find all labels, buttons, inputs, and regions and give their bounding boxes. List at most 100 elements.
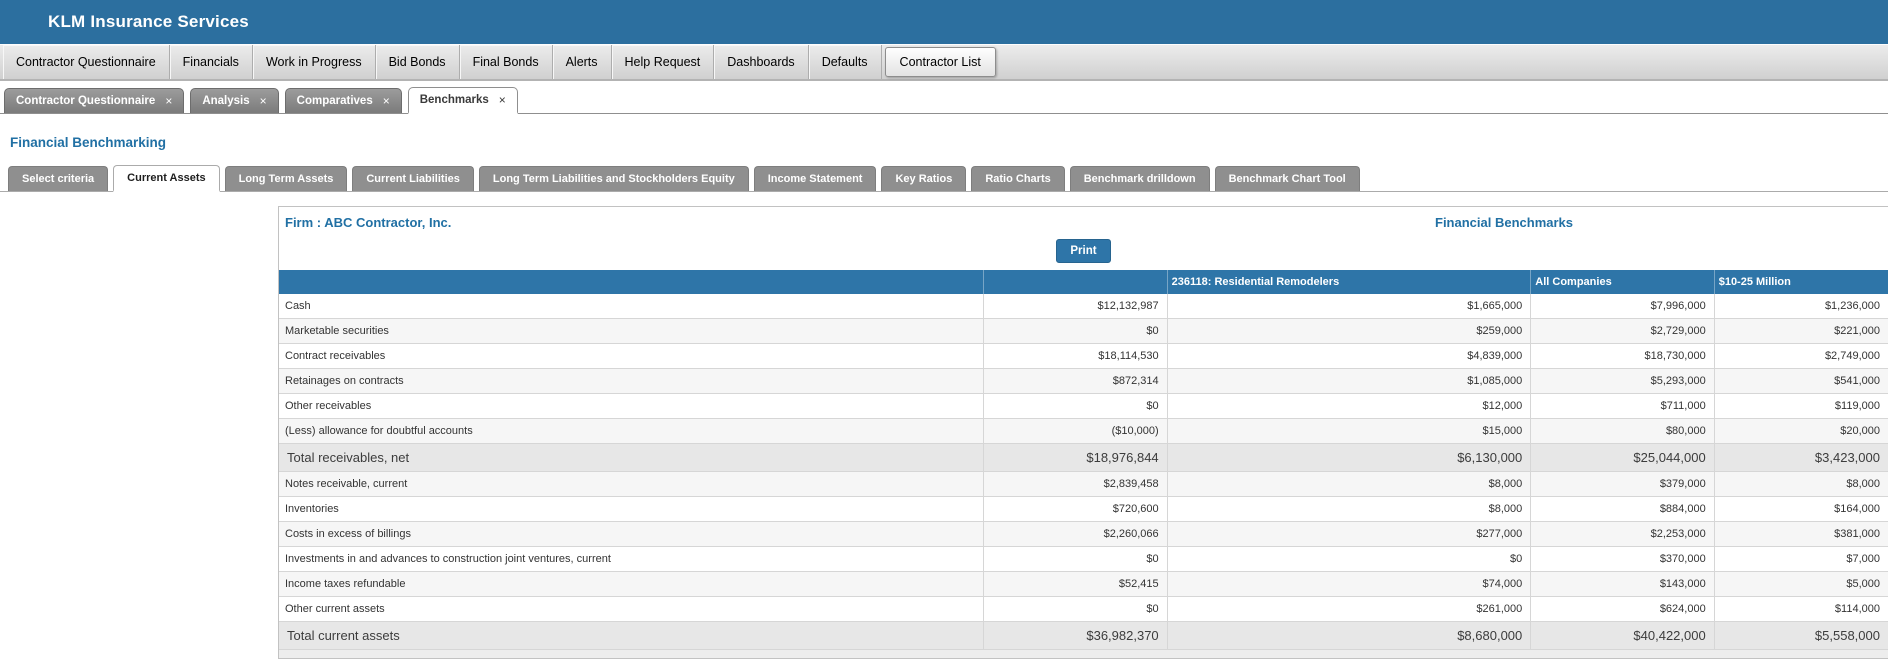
table-row: Retainages on contracts$872,314$1,085,00… xyxy=(279,369,1888,394)
close-icon[interactable]: × xyxy=(165,95,172,107)
workspace-tab-label: Contractor Questionnaire xyxy=(16,95,155,107)
section-tab-current-assets[interactable]: Current Assets xyxy=(113,165,219,192)
cell-value: $0 xyxy=(984,319,1167,344)
table-row: Other current assets$0$261,000$624,000$1… xyxy=(279,597,1888,622)
app-title: KLM Insurance Services xyxy=(48,12,249,32)
row-label: Retainages on contracts xyxy=(279,369,984,394)
section-tab-long-term-liabilities-and-stockholders-equity[interactable]: Long Term Liabilities and Stockholders E… xyxy=(479,166,749,191)
cell-value: $261,000 xyxy=(1167,597,1531,622)
row-label: Investments in and advances to construct… xyxy=(279,547,984,572)
close-icon[interactable]: × xyxy=(383,95,390,107)
row-label: Marketable securities xyxy=(279,319,984,344)
panel-title: Financial Benchmarks xyxy=(1435,215,1573,230)
section-tab-bar: Select criteriaCurrent AssetsLong Term A… xyxy=(0,165,1888,192)
cell-value: $8,000 xyxy=(1714,472,1888,497)
cell-value: $370,000 xyxy=(1531,547,1714,572)
cell-value: $40,422,000 xyxy=(1531,622,1714,650)
section-tab-benchmark-chart-tool[interactable]: Benchmark Chart Tool xyxy=(1215,166,1360,191)
cell-value: $1,665,000 xyxy=(1167,294,1531,319)
page-title: Financial Benchmarking xyxy=(10,135,1888,150)
menu-tab-contractor-questionnaire[interactable]: Contractor Questionnaire xyxy=(3,45,170,79)
cell-value: $3,423,000 xyxy=(1714,444,1888,472)
table-row: Notes receivable, current$2,839,458$8,00… xyxy=(279,472,1888,497)
table-row: Contract receivables$18,114,530$4,839,00… xyxy=(279,344,1888,369)
workspace-tab-analysis[interactable]: Analysis × xyxy=(190,88,278,113)
table-row: Marketable securities$0$259,000$2,729,00… xyxy=(279,319,1888,344)
close-icon[interactable]: × xyxy=(499,94,506,106)
cell-value: $15,000 xyxy=(1167,419,1531,444)
row-label: Contract receivables xyxy=(279,344,984,369)
workspace-tab-benchmarks[interactable]: Benchmarks × xyxy=(408,87,518,114)
row-label: Costs in excess of billings xyxy=(279,522,984,547)
table-row: Income taxes refundable$52,415$74,000$14… xyxy=(279,572,1888,597)
menu-tab-contractor-list[interactable]: Contractor List xyxy=(885,47,996,77)
column-header-10-25-million: $10-25 Million xyxy=(1714,270,1888,294)
menu-tab-bid-bonds[interactable]: Bid Bonds xyxy=(376,45,460,79)
close-icon[interactable]: × xyxy=(260,95,267,107)
cell-value: $8,680,000 xyxy=(1167,622,1531,650)
menu-tab-help-request[interactable]: Help Request xyxy=(612,45,715,79)
cell-value: $12,000 xyxy=(1167,394,1531,419)
workspace-tab-label: Benchmarks xyxy=(420,94,489,106)
section-tab-income-statement[interactable]: Income Statement xyxy=(754,166,877,191)
section-tab-select-criteria[interactable]: Select criteria xyxy=(8,166,108,191)
cell-value: $2,260,066 xyxy=(984,522,1167,547)
workspace-tab-contractor-questionnaire[interactable]: Contractor Questionnaire × xyxy=(4,88,184,113)
cell-value: $4,839,000 xyxy=(1167,344,1531,369)
cell-value: $872,314 xyxy=(984,369,1167,394)
menu-tab-defaults[interactable]: Defaults xyxy=(809,45,882,79)
section-tab-current-liabilities[interactable]: Current Liabilities xyxy=(352,166,474,191)
row-label: Notes receivable, current xyxy=(279,472,984,497)
cell-value: $2,729,000 xyxy=(1531,319,1714,344)
menu-tab-alerts[interactable]: Alerts xyxy=(553,45,612,79)
cell-value: $25,044,000 xyxy=(1531,444,1714,472)
workspace-tab-label: Analysis xyxy=(202,95,249,107)
menu-tab-final-bonds[interactable]: Final Bonds xyxy=(460,45,553,79)
row-label: Total current assets xyxy=(279,622,984,650)
workspace-tab-comparatives[interactable]: Comparatives× xyxy=(285,88,402,113)
section-tab-key-ratios[interactable]: Key Ratios xyxy=(881,166,966,191)
cell-value: $259,000 xyxy=(1167,319,1531,344)
menu-tab-dashboards[interactable]: Dashboards xyxy=(714,45,808,79)
workspace-tab-bar: Contractor Questionnaire×Analysis×Compar… xyxy=(0,83,1888,114)
app-header: KLM Insurance Services xyxy=(0,0,1888,44)
cell-value: $277,000 xyxy=(1167,522,1531,547)
row-label: Total receivables, net xyxy=(279,444,984,472)
cell-value: $18,114,530 xyxy=(984,344,1167,369)
print-row: Print xyxy=(279,237,1888,270)
cell-value: ($10,000) xyxy=(984,419,1167,444)
cell-value: $143,000 xyxy=(1531,572,1714,597)
cell-value: $18,976,844 xyxy=(984,444,1167,472)
cell-value: $20,000 xyxy=(1714,419,1888,444)
cell-value: $1,085,000 xyxy=(1167,369,1531,394)
cell-value: $5,293,000 xyxy=(1531,369,1714,394)
section-tab-benchmark-drilldown[interactable]: Benchmark drilldown xyxy=(1070,166,1210,191)
cell-value: $6,130,000 xyxy=(1167,444,1531,472)
menu-tab-financials[interactable]: Financials xyxy=(170,45,253,79)
cell-value: $0 xyxy=(984,547,1167,572)
cell-value: $0 xyxy=(984,597,1167,622)
cell-value: $36,982,370 xyxy=(984,622,1167,650)
cell-value: $711,000 xyxy=(1531,394,1714,419)
table-body: Cash$12,132,987$1,665,000$7,996,000$1,23… xyxy=(279,294,1888,650)
table-header-row: 236118: Residential Remodelers All Compa… xyxy=(279,270,1888,294)
table-row: Total receivables, net$18,976,844$6,130,… xyxy=(279,444,1888,472)
row-label: Inventories xyxy=(279,497,984,522)
cell-value: $541,000 xyxy=(1714,369,1888,394)
menu-tab-work-in-progress[interactable]: Work in Progress xyxy=(253,45,376,79)
row-label: Income taxes refundable xyxy=(279,572,984,597)
section-tab-ratio-charts[interactable]: Ratio Charts xyxy=(971,166,1064,191)
cell-value: $2,749,000 xyxy=(1714,344,1888,369)
cell-value: $5,000 xyxy=(1714,572,1888,597)
print-button[interactable]: Print xyxy=(1056,239,1110,263)
table-row: Inventories$720,600$8,000$884,000$164,00… xyxy=(279,497,1888,522)
benchmark-panel: Firm : ABC Contractor, Inc. Financial Be… xyxy=(278,206,1888,659)
cell-value: $381,000 xyxy=(1714,522,1888,547)
firm-label: Firm : ABC Contractor, Inc. xyxy=(285,215,451,230)
section-tab-long-term-assets[interactable]: Long Term Assets xyxy=(225,166,348,191)
column-header-label xyxy=(279,270,984,294)
cell-value: $1,236,000 xyxy=(1714,294,1888,319)
cell-value: $5,558,000 xyxy=(1714,622,1888,650)
cell-value: $884,000 xyxy=(1531,497,1714,522)
table-row: (Less) allowance for doubtful accounts($… xyxy=(279,419,1888,444)
